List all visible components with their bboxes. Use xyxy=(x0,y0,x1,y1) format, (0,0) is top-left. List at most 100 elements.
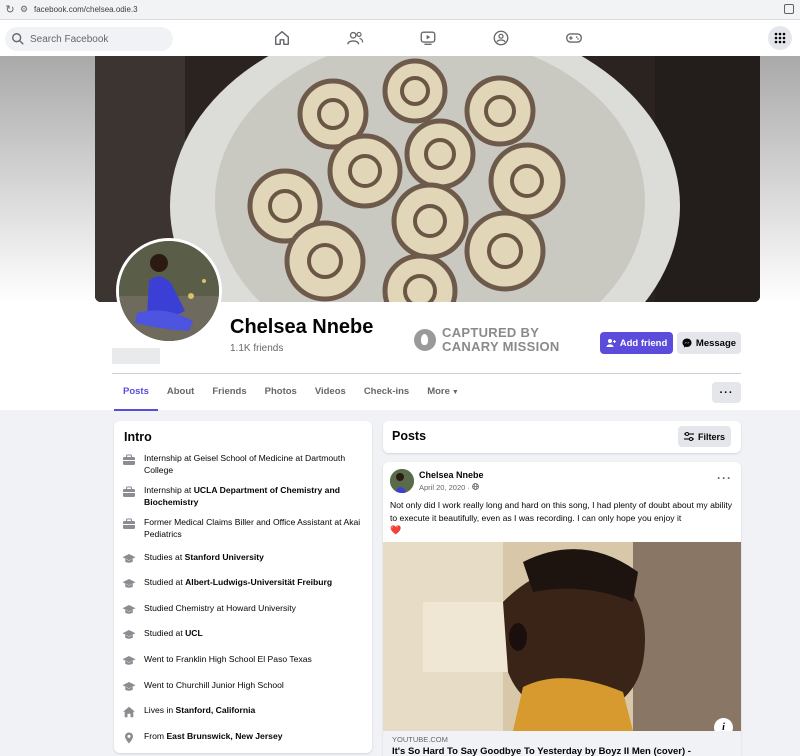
tab-videos[interactable]: Videos xyxy=(306,380,355,410)
watermark-text: CAPTURED BY CANARY MISSION xyxy=(442,326,560,354)
post-body: Not only did I work really long and hard… xyxy=(390,500,733,523)
tab-friends[interactable]: Friends xyxy=(203,380,255,410)
education-icon xyxy=(122,680,136,692)
intro-item-text: From East Brunswick, New Jersey xyxy=(144,730,283,742)
intro-item-text: Studied at UCL xyxy=(144,627,203,639)
gaming-icon[interactable] xyxy=(565,29,583,47)
intro-item-text: Went to Franklin High School El Paso Tex… xyxy=(144,653,312,665)
education-icon xyxy=(122,552,136,564)
intro-item: Went to Churchill Junior High School xyxy=(122,679,362,692)
intro-item-prefix: Internship at Geisel School of Medicine … xyxy=(144,453,346,475)
message-label: Message xyxy=(695,337,737,349)
post-options-button[interactable]: ··· xyxy=(717,471,732,485)
search-icon xyxy=(12,33,24,45)
intro-item-prefix: Lives in xyxy=(144,705,176,715)
intro-item-text: Went to Churchill Junior High School xyxy=(144,679,284,691)
friends-icon[interactable] xyxy=(346,29,364,47)
education-icon xyxy=(122,603,136,615)
intro-item-link[interactable]: Stanford University xyxy=(185,552,264,562)
tab-more[interactable]: More ▼ xyxy=(418,380,468,410)
intro-title: Intro xyxy=(124,430,152,444)
education-icon xyxy=(122,577,136,589)
work-icon xyxy=(122,453,136,465)
watermark-line-1: CAPTURED BY xyxy=(442,325,540,340)
watch-icon[interactable] xyxy=(419,29,437,47)
posts-title: Posts xyxy=(392,429,427,443)
intro-item-text: Studied at Albert-Ludwigs-Universität Fr… xyxy=(144,576,332,588)
tab-check-ins[interactable]: Check-ins xyxy=(355,380,418,410)
add-friend-label: Add friend xyxy=(619,337,668,349)
intro-item: Internship at Geisel School of Medicine … xyxy=(122,452,362,476)
search-input[interactable] xyxy=(30,33,170,45)
search-box[interactable] xyxy=(5,27,173,51)
intro-item-link[interactable]: Stanford, California xyxy=(176,705,256,715)
intro-item-link[interactable]: Albert-Ludwigs-Universität Freiburg xyxy=(185,577,332,587)
post-author-avatar[interactable] xyxy=(390,469,414,493)
education-icon xyxy=(122,654,136,666)
intro-item-prefix: Former Medical Claims Biller and Office … xyxy=(144,517,361,539)
home-icon[interactable] xyxy=(273,29,291,47)
video-thumbnail[interactable] xyxy=(383,542,741,731)
groups-icon[interactable] xyxy=(492,29,510,47)
intro-item: Internship at UCLA Department of Chemist… xyxy=(122,484,362,508)
globe-icon xyxy=(472,483,479,490)
intro-card: Intro Internship at Geisel School of Med… xyxy=(114,421,372,753)
intro-item-link[interactable]: East Brunswick, New Jersey xyxy=(166,731,282,741)
canary-logo-icon xyxy=(414,329,436,351)
add-friend-icon xyxy=(606,339,616,347)
friends-count[interactable]: 1.1K friends xyxy=(230,343,283,354)
watermark: CAPTURED BY CANARY MISSION xyxy=(414,326,560,354)
work-icon xyxy=(122,517,136,529)
url-text[interactable]: facebook.com/chelsea.odie.3 xyxy=(34,5,138,14)
browser-url-bar: ↻ ⚙ facebook.com/chelsea.odie.3 xyxy=(0,0,800,20)
intro-item: Went to Franklin High School El Paso Tex… xyxy=(122,653,362,666)
profile-photo-image xyxy=(119,241,219,341)
link-source: YOUTUBE.COM xyxy=(392,735,448,744)
intro-item: Lives in Stanford, California xyxy=(122,704,362,718)
intro-item: From East Brunswick, New Jersey xyxy=(122,730,362,744)
intro-item: Studied at UCL xyxy=(122,627,362,640)
redacted-box xyxy=(112,348,160,364)
reload-icon[interactable]: ↻ xyxy=(0,3,20,16)
tab-about[interactable]: About xyxy=(158,380,203,410)
home-icon xyxy=(122,705,136,718)
profile-avatar[interactable] xyxy=(116,238,222,344)
intro-item-prefix: Studied Chemistry at Howard University xyxy=(144,603,296,613)
tab-more-label: More xyxy=(427,386,450,397)
intro-item-prefix: Went to Franklin High School El Paso Tex… xyxy=(144,654,312,664)
add-friend-button[interactable]: Add friend xyxy=(600,332,673,354)
intro-item: Studied Chemistry at Howard University xyxy=(122,602,362,615)
intro-item-link[interactable]: UCL xyxy=(185,628,203,638)
posts-header-card: Posts Filters xyxy=(383,421,741,453)
post-author-name[interactable]: Chelsea Nnebe xyxy=(419,470,484,480)
post-date[interactable]: April 20, 2020 · xyxy=(419,483,479,492)
intro-item-prefix: Studied at xyxy=(144,628,186,638)
profile-name: Chelsea Nnebe xyxy=(230,316,374,338)
grid-menu-icon[interactable] xyxy=(768,26,792,50)
work-icon xyxy=(122,485,136,497)
link-title[interactable]: It's So Hard To Say Goodbye To Yesterday… xyxy=(392,746,691,756)
intro-item: Studies at Stanford University xyxy=(122,551,362,564)
location-icon xyxy=(122,731,136,744)
tab-posts[interactable]: Posts xyxy=(114,380,158,411)
top-navigation-bar xyxy=(0,20,800,56)
watermark-line-2: CANARY MISSION xyxy=(442,339,560,354)
intro-item-prefix: Studies at xyxy=(144,552,185,562)
filters-button[interactable]: Filters xyxy=(678,426,731,447)
intro-item-text: Internship at Geisel School of Medicine … xyxy=(144,452,362,476)
intro-item-text: Studied Chemistry at Howard University xyxy=(144,602,296,614)
post-card: Chelsea Nnebe April 20, 2020 · ··· Not o… xyxy=(383,462,741,756)
chevron-down-icon: ▼ xyxy=(451,389,459,396)
message-button[interactable]: Message xyxy=(677,332,741,354)
tab-photos[interactable]: Photos xyxy=(256,380,306,410)
intro-item-prefix: Studied at xyxy=(144,577,186,587)
intro-item-text: Lives in Stanford, California xyxy=(144,704,255,716)
intro-item-prefix: Went to Churchill Junior High School xyxy=(144,680,284,690)
video-thumbnail-image xyxy=(383,542,741,731)
site-settings-icon[interactable]: ⚙ xyxy=(20,4,34,15)
intro-item-prefix: From xyxy=(144,731,167,741)
filters-label: Filters xyxy=(697,431,725,442)
extension-icon[interactable] xyxy=(784,4,794,14)
post-text: Not only did I work really long and hard… xyxy=(390,499,736,537)
profile-options-button[interactable]: ··· xyxy=(712,382,741,403)
